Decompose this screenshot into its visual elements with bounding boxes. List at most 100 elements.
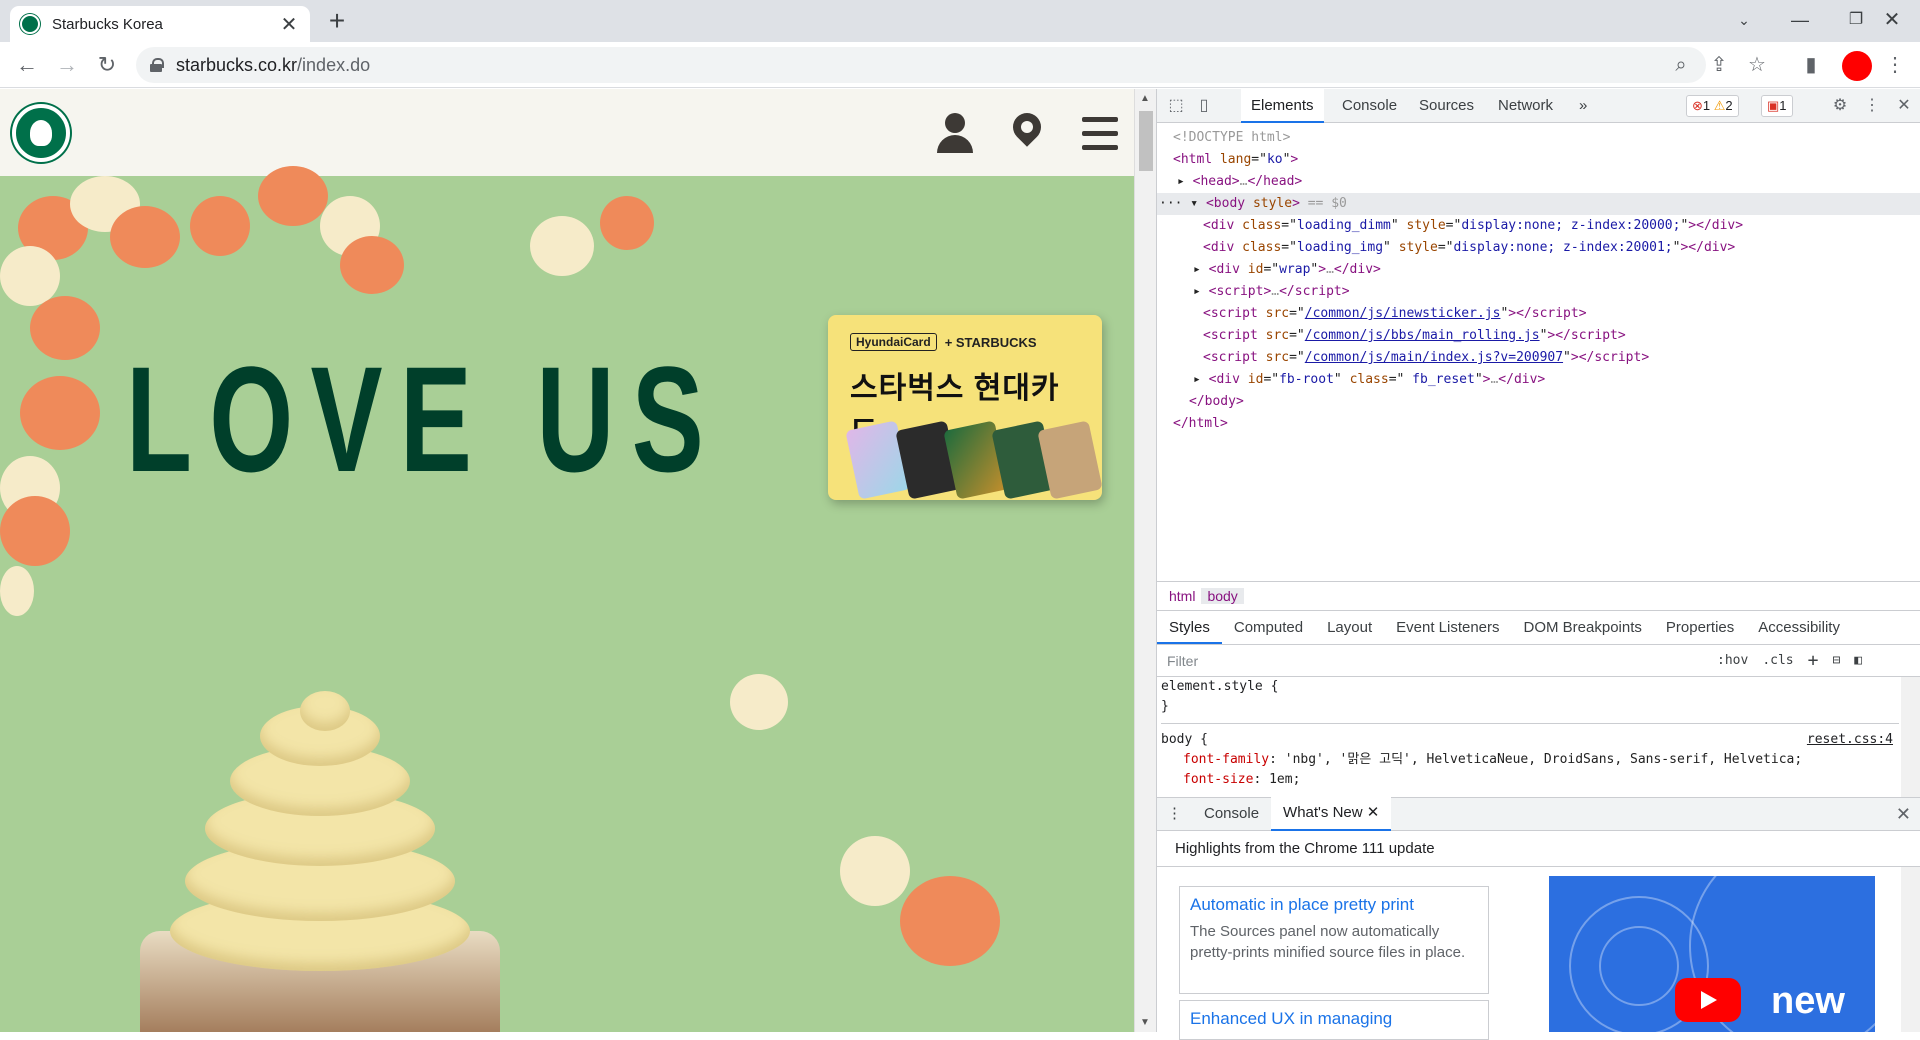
forward-button[interactable]: → [52,50,82,80]
dom-node[interactable]: ▸ <div id="wrap">…</div> [1157,259,1920,281]
side-panel-icon[interactable]: ▮ [1796,50,1826,80]
dom-node-selected[interactable]: ··· ▾ <body style> == $0 [1157,193,1920,215]
new-tab-button[interactable]: + [322,6,352,36]
dom-node[interactable]: </body> [1157,391,1920,413]
starbucks-favicon-icon [20,14,40,34]
dom-node[interactable]: <script src="/common/js/bbs/main_rolling… [1157,325,1920,347]
hov-toggle[interactable]: :hov [1717,653,1748,668]
minimize-button[interactable]: — [1772,0,1828,40]
profile-avatar[interactable] [1842,51,1872,81]
tab-network[interactable]: Network [1488,89,1563,123]
styles-filter-input[interactable]: Filter [1163,648,1703,673]
more-tabs-icon[interactable]: » [1569,89,1597,123]
drawer-tab-console[interactable]: Console [1192,798,1271,830]
device-toolbar-icon[interactable]: ▯ [1193,95,1215,117]
hyundai-card-promo[interactable]: HyundaiCard + STARBUCKS 스타벅스 현대카드 [828,315,1103,500]
dom-node[interactable]: </html> [1157,413,1920,435]
issues-badge[interactable]: ▣1 [1761,95,1793,117]
tab-dom-breakpoints[interactable]: DOM Breakpoints [1512,611,1654,644]
bookmark-star-icon[interactable]: ☆ [1742,50,1772,80]
toggle-sidebar-icon[interactable]: ◧ [1854,653,1862,668]
close-tab-icon[interactable]: ✕ [278,12,300,37]
back-button[interactable]: ← [12,50,42,80]
breadcrumb-item[interactable]: body [1201,588,1244,604]
rendering-emulation-icon[interactable]: ⊟ [1832,653,1840,668]
tab-search-icon[interactable]: ⌄ [1716,0,1772,40]
customize-menu-icon[interactable]: ⋮ [1861,95,1883,117]
user-icon[interactable] [935,113,975,157]
styles-rules: element.style { } reset.css:4 body { fon… [1157,677,1899,797]
flower-decoration [0,566,34,616]
flower-decoration [110,206,180,268]
error-warning-badge[interactable]: ⊗1 ⚠2 [1686,95,1739,117]
video-label: new [1771,980,1845,1022]
styles-scrollbar[interactable] [1901,677,1920,797]
dom-node[interactable]: <script src="/common/js/inewsticker.js">… [1157,303,1920,325]
drawer-tab-whats-new[interactable]: What's New ✕ [1271,797,1392,831]
close-window-button[interactable]: ✕ [1864,0,1920,40]
dom-tree[interactable]: <!DOCTYPE html> <html lang="ko"> ▸ <head… [1157,123,1920,569]
css-property[interactable]: font-size: 1em; [1161,770,1899,790]
devtools-panel: ⬚ ▯ Elements Console Sources Network » ⊗… [1156,89,1920,1040]
css-property[interactable]: font-family: 'nbg', '맑은 고딕', HelveticaNe… [1161,750,1899,770]
tab-styles[interactable]: Styles [1157,611,1222,644]
menu-hamburger-icon[interactable] [1080,113,1120,157]
share-icon[interactable]: ⇪ [1704,50,1734,80]
store-location-icon[interactable] [1007,107,1047,157]
tab-accessibility[interactable]: Accessibility [1746,611,1852,644]
dom-node[interactable]: ▸ <script>…</script> [1157,281,1920,303]
breadcrumb-item[interactable]: html [1163,588,1201,604]
frappuccino-image [130,691,510,1032]
dom-node[interactable]: <div class="loading_img" style="display:… [1157,237,1920,259]
styles-filter-bar: Filter :hov .cls + ⊟ ◧ [1157,645,1920,677]
close-drawer-icon[interactable]: ✕ [1896,804,1911,825]
chrome-menu-icon[interactable]: ⋮ [1880,50,1910,80]
settings-gear-icon[interactable]: ⚙ [1829,95,1851,117]
flower-decoration [0,496,70,566]
whats-new-card[interactable]: Enhanced UX in managing [1179,1000,1489,1040]
rule-source-link[interactable]: reset.css:4 [1807,730,1893,750]
tab-sources[interactable]: Sources [1409,89,1484,123]
whats-new-heading: Highlights from the Chrome 111 update [1157,831,1920,867]
tab-elements[interactable]: Elements [1241,89,1324,123]
styles-tabbar: Styles Computed Layout Event Listeners D… [1157,611,1920,645]
tab-computed[interactable]: Computed [1222,611,1315,644]
drawer-scrollbar[interactable] [1901,867,1920,1032]
flower-decoration [340,236,404,294]
dom-node[interactable]: <html lang="ko"> [1157,149,1920,171]
dom-node[interactable]: <!DOCTYPE html> [1157,127,1920,149]
whats-new-card-desc: The Sources panel now automatically pret… [1190,923,1466,961]
dom-node[interactable]: ▸ <head>…</head> [1157,171,1920,193]
address-bar[interactable]: starbucks.co.kr/index.do [136,47,1706,83]
flower-decoration [0,246,60,306]
tab-event-listeners[interactable]: Event Listeners [1384,611,1511,644]
new-rule-icon[interactable]: + [1808,650,1819,671]
page-scrollbar[interactable]: ▲ ▼ [1134,89,1156,1032]
tab-console[interactable]: Console [1332,89,1407,123]
drawer-menu-icon[interactable]: ⋮ [1157,798,1192,830]
site-header [0,89,1134,176]
tab-properties[interactable]: Properties [1654,611,1746,644]
url-text: starbucks.co.kr/index.do [176,54,371,75]
whats-new-video[interactable]: new [1549,876,1875,1032]
hero-banner[interactable]: LOVE US HyundaiCard + STARBUCKS 스타벅스 현대카… [0,166,1134,1032]
dom-node[interactable]: <script src="/common/js/main/index.js?v=… [1157,347,1920,369]
dom-node[interactable]: <div class="loading_dimm" style="display… [1157,215,1920,237]
cls-toggle[interactable]: .cls [1762,653,1793,668]
flower-decoration [900,876,1000,966]
body-rule[interactable]: reset.css:4 body { [1161,723,1899,750]
whats-new-card-title[interactable]: Enhanced UX in managing [1190,1009,1478,1029]
zoom-icon[interactable]: ⌕ [1666,50,1696,80]
youtube-play-icon[interactable] [1675,978,1741,1022]
inspect-element-icon[interactable]: ⬚ [1165,95,1187,117]
reload-button[interactable]: ↻ [92,50,122,80]
breadcrumb: html body [1157,581,1920,611]
tab-layout[interactable]: Layout [1315,611,1384,644]
starbucks-logo[interactable] [12,104,70,162]
close-devtools-icon[interactable]: ✕ [1893,95,1915,117]
browser-tab[interactable]: Starbucks Korea ✕ [10,6,310,42]
dom-node[interactable]: ▸ <div id="fb-root" class=" fb_reset">…<… [1157,369,1920,391]
whats-new-card[interactable]: Automatic in place pretty print The Sour… [1179,886,1489,994]
element-style-rule[interactable]: element.style { [1161,677,1899,697]
whats-new-card-title[interactable]: Automatic in place pretty print [1190,895,1478,915]
